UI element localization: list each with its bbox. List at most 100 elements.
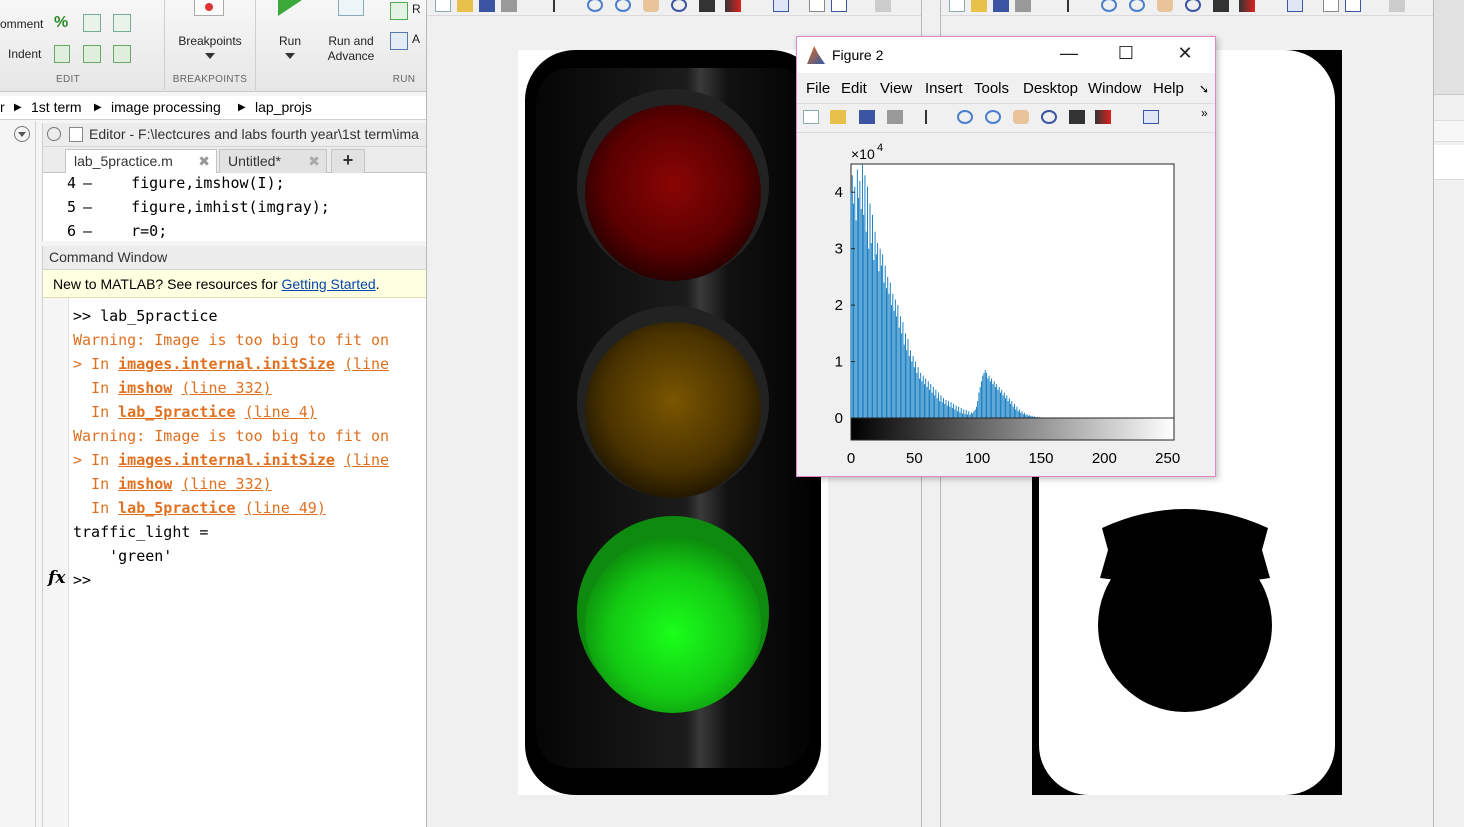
run-icon[interactable] — [278, 0, 302, 16]
chevron-down-icon[interactable] — [285, 53, 295, 59]
save-icon[interactable] — [479, 0, 495, 12]
new-figure-icon[interactable] — [949, 0, 965, 12]
uncomment-icon[interactable] — [83, 14, 101, 32]
advance-label[interactable]: A — [412, 32, 420, 46]
new-figure-icon[interactable] — [435, 0, 451, 12]
pointer-icon[interactable] — [925, 110, 941, 124]
breadcrumb-item[interactable]: lap_projs — [255, 99, 312, 115]
code-line[interactable]: 6 – r=0; — [43, 222, 426, 240]
init-size-link[interactable]: images.internal.initSize — [118, 451, 335, 469]
run-section-icon[interactable] — [390, 2, 408, 20]
zoom-out-icon[interactable] — [1129, 0, 1145, 12]
decrease-indent-icon[interactable] — [113, 45, 131, 63]
tab-untitled[interactable]: Untitled* ✖ — [219, 149, 327, 173]
new-figure-icon[interactable] — [803, 110, 819, 124]
brush-icon[interactable] — [1239, 0, 1255, 12]
link-plot-icon[interactable] — [1143, 110, 1159, 124]
pan-icon[interactable] — [1157, 0, 1173, 12]
pointer-icon[interactable] — [553, 0, 569, 12]
pan-icon[interactable] — [1013, 110, 1029, 124]
rotate-icon[interactable] — [1185, 0, 1201, 12]
open-icon[interactable] — [830, 110, 846, 124]
minimize-icon[interactable]: — — [1057, 43, 1081, 67]
tab-lab-5practice[interactable]: lab_5practice.m ✖ — [65, 149, 217, 173]
code-line[interactable]: 4 – figure,imshow(I); — [43, 174, 426, 198]
line-link[interactable]: (line 49) — [245, 499, 326, 517]
insert-colorbar-icon[interactable] — [809, 0, 825, 12]
breadcrumb-item[interactable]: image processing — [111, 99, 221, 115]
insert-colorbar-icon[interactable] — [1323, 0, 1339, 12]
breakpoint-dash[interactable]: – — [83, 174, 92, 192]
zoom-out-icon[interactable] — [985, 110, 1001, 124]
run-and-advance-button[interactable]: Run and Advance — [318, 34, 384, 64]
close-icon[interactable]: ✕ — [1173, 43, 1197, 67]
panel-actions-icon[interactable] — [14, 126, 30, 142]
hide-plot-tools-icon[interactable] — [1389, 0, 1405, 12]
rotate-icon[interactable] — [1041, 110, 1057, 124]
pointer-icon[interactable] — [1067, 0, 1083, 12]
data-cursor-icon[interactable] — [1213, 0, 1229, 12]
smart-indent-icon[interactable] — [54, 45, 70, 63]
print-icon[interactable] — [887, 110, 903, 124]
menu-edit[interactable]: Edit — [841, 80, 867, 97]
imshow-link[interactable]: imshow — [118, 379, 172, 397]
hide-plot-tools-icon[interactable] — [875, 0, 891, 12]
zoom-in-icon[interactable] — [587, 0, 603, 12]
toolbar-overflow-icon[interactable]: » — [1201, 106, 1208, 120]
close-icon[interactable]: ✖ — [198, 153, 210, 170]
link-plot-icon[interactable] — [773, 0, 789, 12]
insert-legend-icon[interactable] — [831, 0, 847, 12]
brush-icon[interactable] — [1095, 110, 1111, 124]
print-icon[interactable] — [501, 0, 517, 12]
advance-icon[interactable] — [390, 32, 408, 50]
run-section-label[interactable]: R — [412, 2, 421, 16]
lab5-link[interactable]: lab_5practice — [118, 499, 235, 517]
breadcrumb-item[interactable]: 1st term — [31, 99, 82, 115]
open-icon[interactable] — [971, 0, 987, 12]
menu-desktop[interactable]: Desktop — [1023, 80, 1078, 97]
line-link[interactable]: (line 332) — [181, 475, 271, 493]
code-line[interactable]: 5 – figure,imhist(imgray); — [43, 198, 426, 222]
panel-actions-icon[interactable] — [47, 127, 61, 141]
breakpoint-dash[interactable]: – — [83, 222, 92, 240]
getting-started-link[interactable]: Getting Started — [282, 276, 376, 292]
rotate-icon[interactable] — [671, 0, 687, 12]
command-window[interactable]: Command Window New to MATLAB? See resour… — [42, 246, 426, 827]
menu-help[interactable]: Help — [1153, 80, 1184, 97]
zoom-in-icon[interactable] — [957, 110, 973, 124]
open-icon[interactable] — [457, 0, 473, 12]
breakpoints-button[interactable]: Breakpoints — [170, 34, 250, 49]
menu-window[interactable]: Window — [1088, 80, 1141, 97]
indent-label[interactable]: Indent — [8, 47, 41, 61]
breadcrumb-item[interactable]: r — [0, 99, 5, 115]
menu-tools[interactable]: Tools — [974, 80, 1009, 97]
init-size-link[interactable]: images.internal.initSize — [118, 355, 335, 373]
breakpoints-icon[interactable] — [194, 0, 224, 16]
command-prompt[interactable]: >> — [73, 568, 91, 592]
line-link[interactable]: (line 332) — [181, 379, 271, 397]
fx-icon[interactable]: fx — [48, 568, 65, 588]
menu-file[interactable]: File — [806, 80, 830, 97]
line-link[interactable]: (line — [344, 451, 389, 469]
increase-indent-icon[interactable] — [83, 45, 101, 63]
chevron-down-icon[interactable] — [205, 53, 215, 59]
link-plot-icon[interactable] — [1287, 0, 1303, 12]
imshow-link[interactable]: imshow — [118, 475, 172, 493]
zoom-out-icon[interactable] — [615, 0, 631, 12]
data-cursor-icon[interactable] — [699, 0, 715, 12]
menu-view[interactable]: View — [880, 80, 912, 97]
close-icon[interactable]: ✖ — [308, 153, 320, 170]
print-icon[interactable] — [1015, 0, 1031, 12]
lab5-link[interactable]: lab_5practice — [118, 403, 235, 421]
maximize-icon[interactable]: ☐ — [1114, 43, 1138, 67]
wrap-comments-icon[interactable] — [113, 14, 131, 32]
comment-percent-icon[interactable]: % — [54, 14, 72, 32]
save-icon[interactable] — [993, 0, 1009, 12]
dock-arrow-icon[interactable]: ➘ — [1199, 82, 1209, 96]
line-link[interactable]: (line — [344, 355, 389, 373]
run-button[interactable]: Run — [270, 34, 310, 49]
run-advance-icon[interactable] — [338, 0, 364, 16]
menu-insert[interactable]: Insert — [925, 80, 963, 97]
breakpoint-dash[interactable]: – — [83, 198, 92, 216]
insert-legend-icon[interactable] — [1345, 0, 1361, 12]
